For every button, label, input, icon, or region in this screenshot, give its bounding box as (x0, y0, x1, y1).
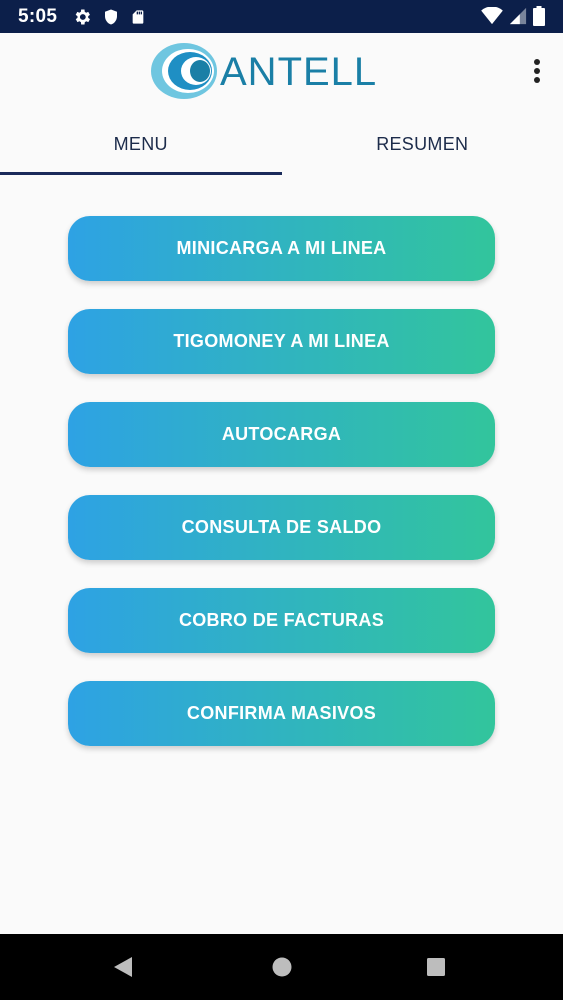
menu-list: MINICARGA A MI LINEA TIGOMONEY A MI LINE… (68, 216, 495, 774)
tab-bar: MENU RESUMEN (0, 113, 563, 175)
tigomoney-button-label: TIGOMONEY A MI LINEA (173, 331, 390, 351)
battery-icon (533, 6, 545, 26)
sd-card-icon (130, 7, 146, 27)
navigation-bar (0, 934, 563, 1000)
settings-icon (72, 7, 92, 27)
antell-logo: ANTELL (150, 41, 382, 103)
tab-menu-label: MENU (113, 133, 168, 154)
tab-resumen-label: RESUMEN (376, 133, 469, 154)
autocarga-button-label: AUTOCARGA (221, 424, 342, 444)
tab-resumen[interactable]: RESUMEN (282, 113, 563, 175)
app-bar: ANTELL (0, 33, 563, 113)
wifi-icon (481, 7, 503, 25)
cobro-facturas-button-label: COBRO DE FACTURAS (178, 610, 385, 630)
signal-icon (509, 7, 527, 25)
consulta-saldo-button-label: CONSULTA DE SALDO (181, 517, 382, 537)
tigomoney-button[interactable]: TIGOMONEY A MI LINEA (68, 309, 495, 374)
tab-menu[interactable]: MENU (0, 113, 282, 175)
consulta-saldo-button[interactable]: CONSULTA DE SALDO (68, 495, 495, 560)
shield-icon (102, 7, 120, 27)
status-bar: 5:05 (0, 0, 563, 33)
more-vert-icon (534, 59, 540, 83)
confirma-masivos-button-label: CONFIRMA MASIVOS (186, 703, 377, 723)
cobro-facturas-button[interactable]: COBRO DE FACTURAS (68, 588, 495, 653)
logo-swirl-icon (151, 43, 217, 99)
autocarga-button[interactable]: AUTOCARGA (68, 402, 495, 467)
minicarga-button[interactable]: MINICARGA A MI LINEA (68, 216, 495, 281)
status-time: 5:05 (18, 6, 58, 27)
confirma-masivos-button[interactable]: CONFIRMA MASIVOS (68, 681, 495, 746)
back-icon[interactable] (112, 956, 134, 983)
minicarga-button-label: MINICARGA A MI LINEA (176, 238, 387, 258)
logo-text: ANTELL (220, 50, 378, 94)
home-icon[interactable] (271, 956, 293, 983)
recents-icon[interactable] (426, 957, 446, 982)
overflow-menu-button[interactable] (529, 57, 545, 85)
